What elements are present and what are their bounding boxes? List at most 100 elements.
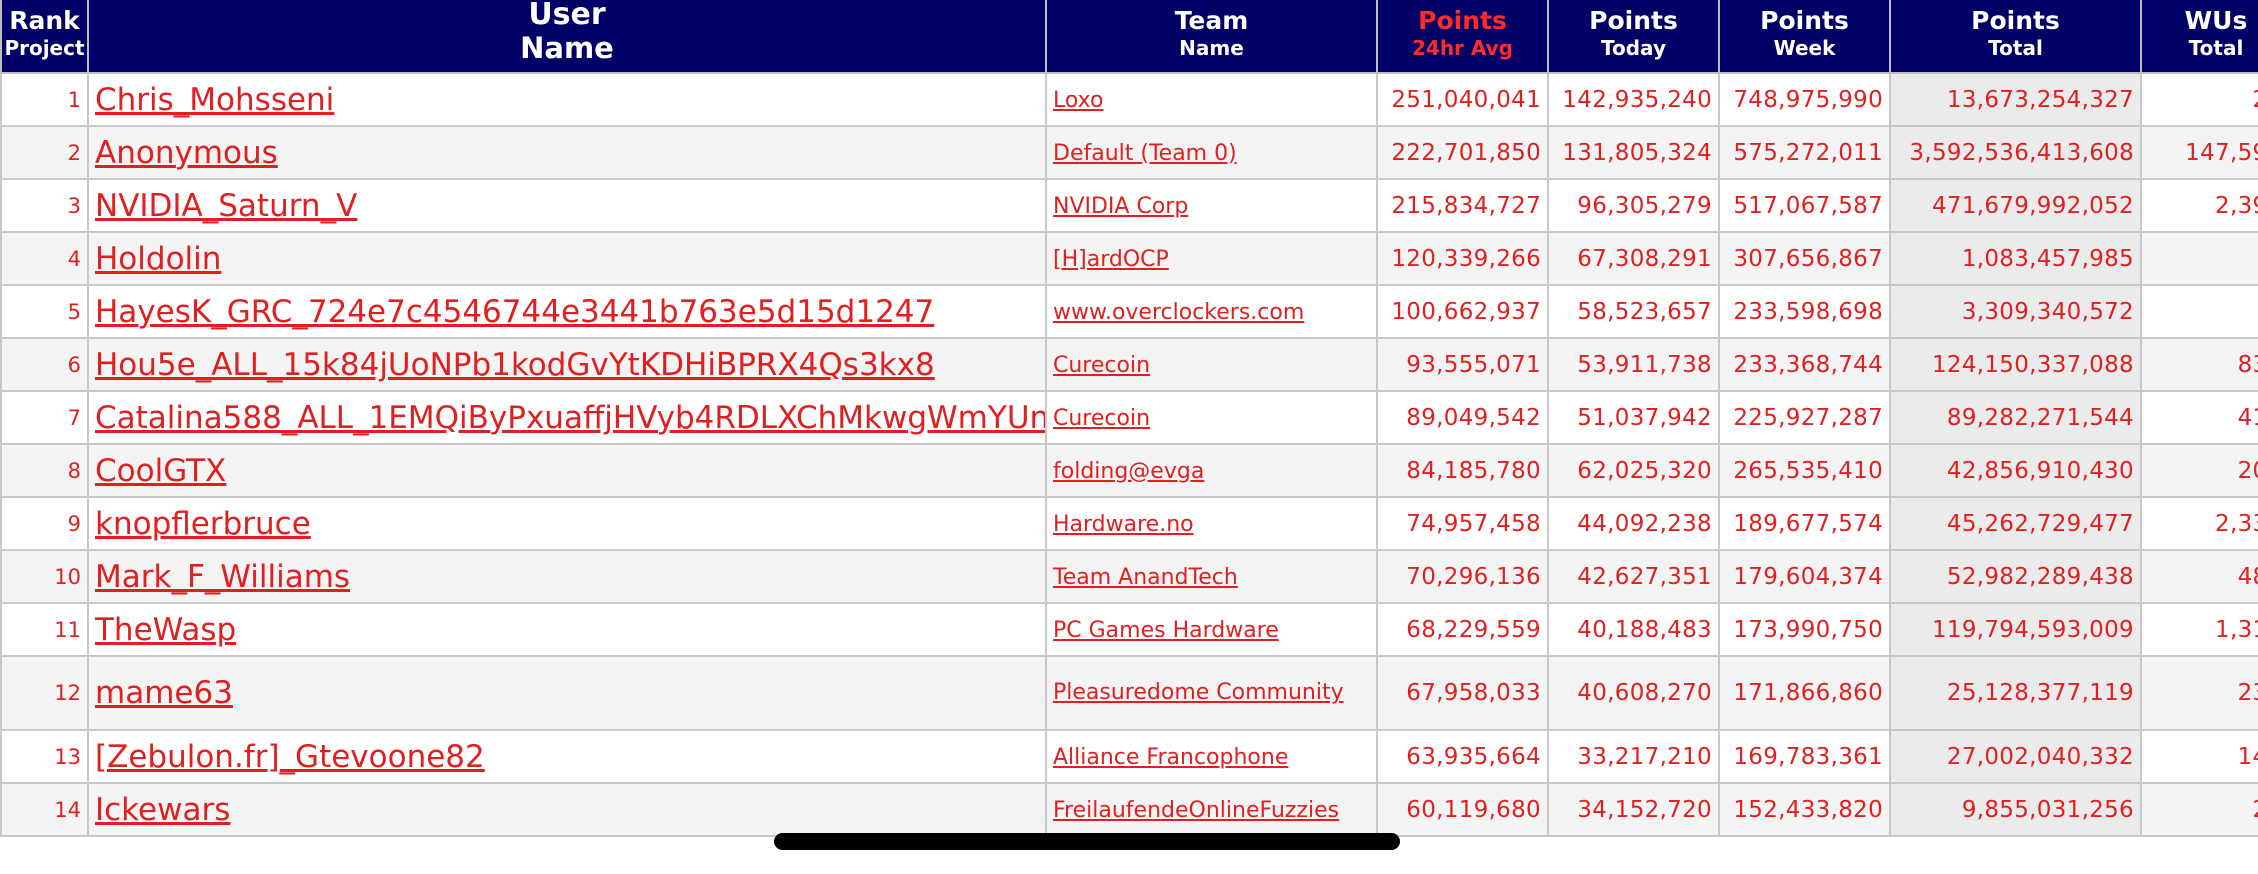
leaderboard-page: Rank Project User Name Team Name Points … xyxy=(0,0,2258,874)
table-row: 13 [Zebulon.fr]_Gtevoone82 Alliance Franco… xyxy=(0,729,2258,784)
points-week-cell: 225,927,287 xyxy=(1718,390,1891,445)
points-24hr-avg-cell: 60,119,680 xyxy=(1376,782,1549,837)
points-week-cell: 233,598,698 xyxy=(1718,284,1891,339)
rank-cell: 8 xyxy=(0,443,89,498)
team-cell: folding@evga xyxy=(1045,443,1378,498)
team-name-link[interactable]: [H]ardOCP xyxy=(1053,247,1169,272)
team-name-link[interactable]: www.overclockers.com xyxy=(1053,300,1304,325)
points-today-cell: 53,911,738 xyxy=(1547,337,1720,392)
wus-total-cell: 1,314, xyxy=(2140,602,2258,657)
team-name-link[interactable]: Curecoin xyxy=(1053,353,1150,378)
points-total-cell: 124,150,337,088 xyxy=(1889,337,2142,392)
points-today-cell: 142,935,240 xyxy=(1547,72,1720,127)
team-name-link[interactable]: folding@evga xyxy=(1053,459,1204,484)
user-name-link[interactable]: mame63 xyxy=(95,675,233,711)
points-today-cell: 33,217,210 xyxy=(1547,729,1720,784)
rank-cell: 9 xyxy=(0,496,89,551)
user-name-link[interactable]: Chris_Mohsseni xyxy=(95,82,334,118)
points-24hr-avg-cell: 74,957,458 xyxy=(1376,496,1549,551)
user-cell: Mark_F_Williams xyxy=(87,549,1047,604)
rank-cell: 2 xyxy=(0,125,89,180)
user-cell: Catalina588_ALL_1EMQiByPxuaffjHVyb4RDLXC… xyxy=(87,390,1047,445)
team-name-link[interactable]: Pleasuredome Community xyxy=(1053,680,1344,705)
points-total-cell: 9,855,031,256 xyxy=(1889,782,2142,837)
header-user-title: User xyxy=(528,0,606,32)
header-points-24hr-avg[interactable]: Points 24hr Avg xyxy=(1376,0,1549,74)
team-name-link[interactable]: PC Games Hardware xyxy=(1053,618,1279,643)
team-cell: Alliance Francophone xyxy=(1045,729,1378,784)
table-header: Rank Project User Name Team Name Points … xyxy=(0,0,2258,74)
points-24hr-avg-cell: 93,555,071 xyxy=(1376,337,1549,392)
points-24hr-avg-cell: 84,185,780 xyxy=(1376,443,1549,498)
header-rank[interactable]: Rank Project xyxy=(0,0,89,74)
points-week-cell: 307,656,867 xyxy=(1718,231,1891,286)
header-team-title: Team xyxy=(1174,6,1249,36)
points-total-cell: 3,592,536,413,608 xyxy=(1889,125,2142,180)
points-24hr-avg-cell: 100,662,937 xyxy=(1376,284,1549,339)
points-today-cell: 42,627,351 xyxy=(1547,549,1720,604)
team-name-link[interactable]: Hardware.no xyxy=(1053,512,1194,537)
user-name-link[interactable]: Ickewars xyxy=(95,792,230,828)
rank-cell: 5 xyxy=(0,284,89,339)
table-row: 3 NVIDIA_Saturn_V NVIDIA Corp 215,834,727 96… xyxy=(0,178,2258,233)
user-name-link[interactable]: CoolGTX xyxy=(95,453,226,489)
header-avg-sub: 24hr Avg xyxy=(1411,35,1513,60)
header-user[interactable]: User Name xyxy=(87,0,1047,74)
points-total-cell: 89,282,271,544 xyxy=(1889,390,2142,445)
user-name-link[interactable]: Anonymous xyxy=(95,135,278,171)
header-points-today[interactable]: Points Today xyxy=(1547,0,1720,74)
header-points-total[interactable]: Points Total xyxy=(1889,0,2142,74)
header-week-sub: Week xyxy=(1773,35,1836,60)
user-name-link[interactable]: [Zebulon.fr]_Gtevoone82 xyxy=(95,739,485,775)
team-name-link[interactable]: Alliance Francophone xyxy=(1053,745,1288,770)
team-name-link[interactable]: Team AnandTech xyxy=(1053,565,1238,590)
points-week-cell: 179,604,374 xyxy=(1718,549,1891,604)
points-total-cell: 119,794,593,009 xyxy=(1889,602,2142,657)
user-name-link[interactable]: HayesK_GRC_724e7c4546744e3441b763e5d15d1… xyxy=(95,294,934,330)
header-rank-title: Rank xyxy=(9,6,80,36)
points-week-cell: 233,368,744 xyxy=(1718,337,1891,392)
team-name-link[interactable]: Loxo xyxy=(1053,88,1103,113)
team-cell: Pleasuredome Community xyxy=(1045,655,1378,731)
home-indicator-bar[interactable] xyxy=(774,833,1400,850)
user-cell: Holdolin xyxy=(87,231,1047,286)
header-points-week[interactable]: Points Week xyxy=(1718,0,1891,74)
user-cell: Anonymous xyxy=(87,125,1047,180)
points-24hr-avg-cell: 63,935,664 xyxy=(1376,729,1549,784)
points-24hr-avg-cell: 70,296,136 xyxy=(1376,549,1549,604)
points-today-cell: 62,025,320 xyxy=(1547,443,1720,498)
header-team-sub: Name xyxy=(1179,35,1244,60)
points-24hr-avg-cell: 251,040,041 xyxy=(1376,72,1549,127)
rank-cell: 11 xyxy=(0,602,89,657)
user-stats-table: Rank Project User Name Team Name Points … xyxy=(0,0,2258,837)
points-today-cell: 131,805,324 xyxy=(1547,125,1720,180)
user-name-link[interactable]: TheWasp xyxy=(95,612,236,648)
user-name-link[interactable]: Mark_F_Williams xyxy=(95,559,350,595)
points-total-cell: 27,002,040,332 xyxy=(1889,729,2142,784)
user-name-link[interactable]: Holdolin xyxy=(95,241,221,277)
table-row: 5 HayesK_GRC_724e7c4546744e3441b763e5d15d… xyxy=(0,284,2258,339)
header-wus-total[interactable]: WUs Total xyxy=(2140,0,2258,74)
table-row: 12 mame63 Pleasuredome Community 67,958,033… xyxy=(0,655,2258,731)
user-name-link[interactable]: knopflerbruce xyxy=(95,506,311,542)
user-name-link[interactable]: Catalina588_ALL_1EMQiByPxuaffjHVyb4RDLXC… xyxy=(95,400,1044,436)
team-name-link[interactable]: NVIDIA Corp xyxy=(1053,194,1188,219)
wus-total-cell: 147,595, xyxy=(2140,125,2258,180)
table-row: 7 Catalina588_ALL_1EMQiByPxuaffjHVyb4RDLX… xyxy=(0,390,2258,445)
team-cell: Curecoin xyxy=(1045,390,1378,445)
points-total-cell: 3,309,340,572 xyxy=(1889,284,2142,339)
points-24hr-avg-cell: 215,834,727 xyxy=(1376,178,1549,233)
header-team[interactable]: Team Name xyxy=(1045,0,1378,74)
team-name-link[interactable]: Curecoin xyxy=(1053,406,1150,431)
rank-cell: 4 xyxy=(0,231,89,286)
header-wus-title: WUs xyxy=(2184,6,2248,36)
team-cell: NVIDIA Corp xyxy=(1045,178,1378,233)
team-name-link[interactable]: FreilaufendeOnlineFuzzies xyxy=(1053,798,1339,823)
team-name-link[interactable]: Default (Team 0) xyxy=(1053,141,1237,166)
user-name-link[interactable]: Hou5e_ALL_15k84jUoNPb1kodGvYtKDHiBPRX4Qs… xyxy=(95,347,935,383)
wus-total-cell: 9, xyxy=(2140,284,2258,339)
wus-total-cell: 832, xyxy=(2140,337,2258,392)
user-name-link[interactable]: NVIDIA_Saturn_V xyxy=(95,188,357,224)
team-cell: Default (Team 0) xyxy=(1045,125,1378,180)
table-row: 1 Chris_Mohsseni Loxo 251,040,041 142,935,24… xyxy=(0,72,2258,127)
